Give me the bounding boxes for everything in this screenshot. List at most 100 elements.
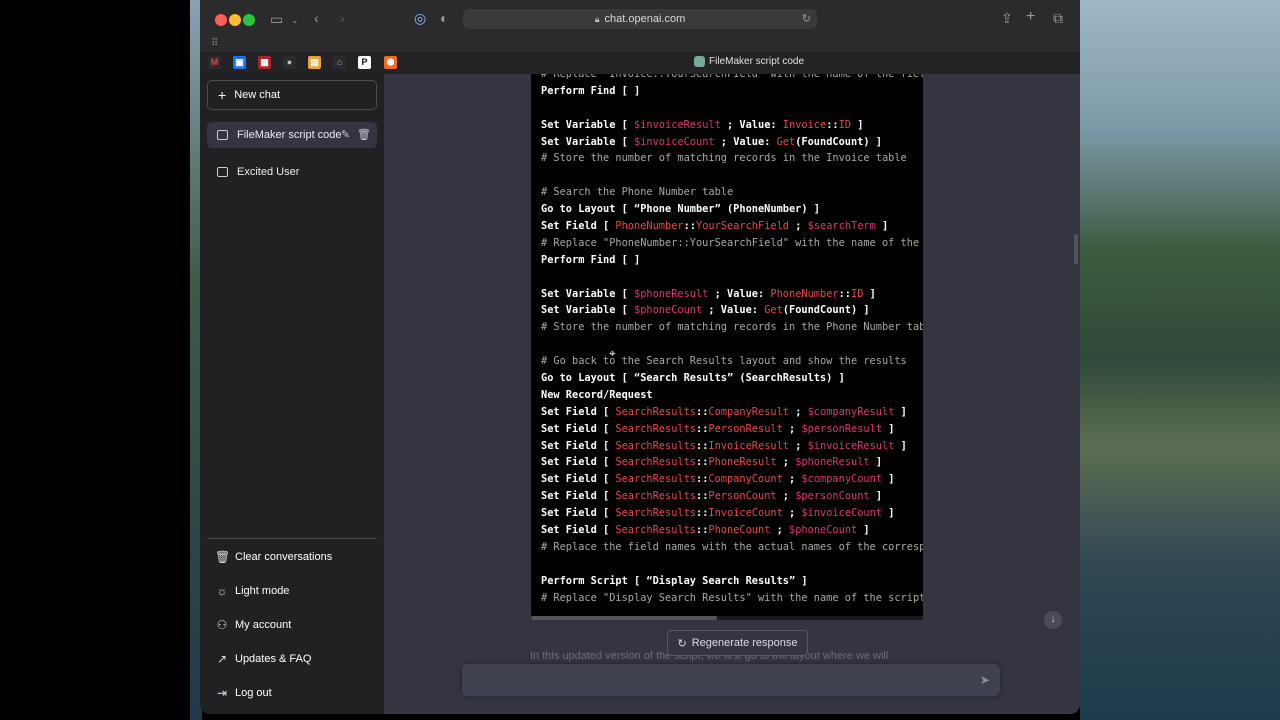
maximize-window-button[interactable] xyxy=(243,14,255,26)
code-line: Set Field [ SearchResults::InvoiceCount … xyxy=(541,505,923,522)
conversation-item[interactable]: Excited User xyxy=(207,159,377,185)
code-text: ; xyxy=(789,439,808,452)
tab-overview-icon[interactable]: ⧉ xyxy=(1053,11,1063,25)
shield-icon[interactable]: ◐ xyxy=(440,11,448,25)
code-field: PhoneCount xyxy=(708,524,771,537)
forward-icon[interactable]: › xyxy=(340,11,345,25)
code-field: SearchResults xyxy=(615,473,696,486)
openai-favicon-icon xyxy=(694,56,705,67)
new-chat-button[interactable]: + New chat xyxy=(207,80,377,110)
address-bar[interactable]: 🔒︎ chat.openai.com ↻ xyxy=(463,9,817,29)
code-text: Set Variable [ xyxy=(541,287,634,300)
logout-icon: ⇥ xyxy=(216,686,228,700)
code-variable: $invoiceCount xyxy=(801,507,883,520)
code-line: Set Field [ PhoneNumber::YourSearchField… xyxy=(541,218,923,235)
code-field: PhoneResult xyxy=(708,456,777,469)
code-variable: $invoiceCount xyxy=(634,135,715,148)
url-text: chat.openai.com xyxy=(604,13,686,25)
box-favicon-icon[interactable]: ▤ xyxy=(308,56,321,69)
code-text: Set Variable [ xyxy=(541,304,634,317)
code-variable: $searchTerm xyxy=(807,220,876,233)
gmail-favicon-icon[interactable]: M xyxy=(208,56,221,69)
code-comment: # Replace "Display Search Results" with … xyxy=(541,591,923,604)
code-field: SearchResults xyxy=(615,456,696,469)
code-line: Perform Find [ ] xyxy=(541,83,923,100)
code-text: Perform Find [ ] xyxy=(541,253,641,266)
tab-bar: M ▣ ▦ ● ▤ ⌂ P ⬢ FileMaker script code xyxy=(200,52,1080,75)
sidebar-toggle-icon[interactable]: ▭ xyxy=(270,12,283,26)
code-text: :: xyxy=(696,473,709,486)
scroll-down-button[interactable]: ↓ xyxy=(1044,611,1062,629)
code-variable: $invoiceResult xyxy=(807,439,895,452)
code-text: ; Value: xyxy=(702,304,765,317)
edit-icon[interactable]: ✎ xyxy=(341,129,350,141)
browser-window: ▭ ⌄ ‹ › ◎ ◐ 🔒︎ chat.openai.com ↻ ⇪ + ⧉ ⠿… xyxy=(200,0,1080,714)
chat-input[interactable]: ➤ xyxy=(462,664,1000,696)
trash-icon: 🗑︎ xyxy=(215,550,231,564)
my-account-button[interactable]: ⚇ My account xyxy=(207,612,377,638)
log-out-label: Log out xyxy=(235,687,272,699)
code-field: ID xyxy=(851,287,864,300)
code-text: Set Field [ xyxy=(541,422,616,435)
updates-faq-link[interactable]: ↗ Updates & FAQ xyxy=(207,646,377,672)
mouse-cursor-icon: ⌖ xyxy=(609,346,616,360)
clear-conversations-button[interactable]: 🗑︎ Clear conversations xyxy=(207,544,377,570)
code-text: ; xyxy=(789,405,808,418)
conversation-item[interactable]: FileMaker script code ✎ 🗑︎ xyxy=(207,122,377,148)
code-variable: $personResult xyxy=(801,422,883,435)
code-field: PhoneNumber xyxy=(615,220,684,233)
code-text: ] xyxy=(869,490,883,503)
lock-favicon-icon[interactable]: ⌂ xyxy=(333,56,346,69)
hex-favicon-icon[interactable]: ⬢ xyxy=(384,56,397,69)
chat-main: # Replace "Invoice::YourSearchField" wit… xyxy=(384,74,1080,714)
code-content: # Replace "Invoice::YourSearchField" wit… xyxy=(541,74,923,607)
code-text: ; Value: xyxy=(708,287,771,300)
code-field: CompanyResult xyxy=(708,405,789,418)
code-line: Set Field [ SearchResults::CompanyCount … xyxy=(541,471,923,488)
calendar-favicon-icon[interactable]: ▣ xyxy=(233,56,246,69)
back-icon[interactable]: ‹ xyxy=(314,11,319,25)
code-text: ; xyxy=(776,456,796,469)
send-icon[interactable]: ➤ xyxy=(980,673,990,687)
reload-icon[interactable]: ↻ xyxy=(802,12,811,25)
password-manager-icon[interactable]: ◎ xyxy=(414,11,426,25)
code-field: Invoice xyxy=(782,118,827,131)
scrollbar-thumb[interactable] xyxy=(531,616,717,620)
chevron-down-icon[interactable]: ⌄ xyxy=(291,13,299,27)
code-comment: # Replace "Invoice::YourSearchField" wit… xyxy=(541,74,923,80)
trash-icon[interactable]: 🗑︎ xyxy=(357,129,371,141)
code-text: :: xyxy=(838,287,852,300)
code-line: Set Variable [ $invoiceResult ; Value: I… xyxy=(541,117,923,134)
code-variable: $phoneCount xyxy=(789,524,858,537)
new-tab-icon[interactable]: + xyxy=(1026,9,1035,25)
apple-favicon-icon[interactable]: ● xyxy=(283,56,296,69)
regenerate-label: Regenerate response xyxy=(691,637,798,649)
active-tab[interactable]: FileMaker script code xyxy=(694,56,804,67)
code-text: Go to Layout [ “Phone Number” (PhoneNumb… xyxy=(541,203,820,216)
grid-icon[interactable]: ⠿ xyxy=(211,38,218,49)
code-line: Set Field [ SearchResults::PersonCount ;… xyxy=(541,488,923,505)
close-window-button[interactable] xyxy=(215,14,227,26)
code-field: YourSearchField xyxy=(696,220,790,233)
code-text: Perform Script [ “Display Search Results… xyxy=(541,574,808,587)
vertical-scrollbar[interactable] xyxy=(1074,234,1078,264)
log-out-button[interactable]: ⇥ Log out xyxy=(207,680,377,706)
code-line: # Replace "Invoice::YourSearchField" wit… xyxy=(541,74,923,83)
p-favicon-icon[interactable]: P xyxy=(358,56,371,69)
horizontal-scrollbar[interactable] xyxy=(531,616,923,620)
app-favicon-icon[interactable]: ▦ xyxy=(258,56,271,69)
code-field: SearchResults xyxy=(615,524,696,537)
code-text: :: xyxy=(696,405,709,418)
minimize-window-button[interactable] xyxy=(229,14,241,26)
code-line: Set Field [ SearchResults::CompanyResult… xyxy=(541,404,923,421)
regenerate-response-button[interactable]: ↻ Regenerate response xyxy=(667,630,808,656)
code-line: Set Variable [ $phoneResult ; Value: Pho… xyxy=(541,286,923,303)
code-field: InvoiceResult xyxy=(708,439,789,452)
light-mode-button[interactable]: ☼ Light mode xyxy=(207,578,377,604)
code-text: :: xyxy=(696,507,709,520)
share-icon[interactable]: ⇪ xyxy=(1001,11,1013,25)
code-line: New Record/Request xyxy=(541,387,923,404)
desktop-left xyxy=(0,0,200,720)
